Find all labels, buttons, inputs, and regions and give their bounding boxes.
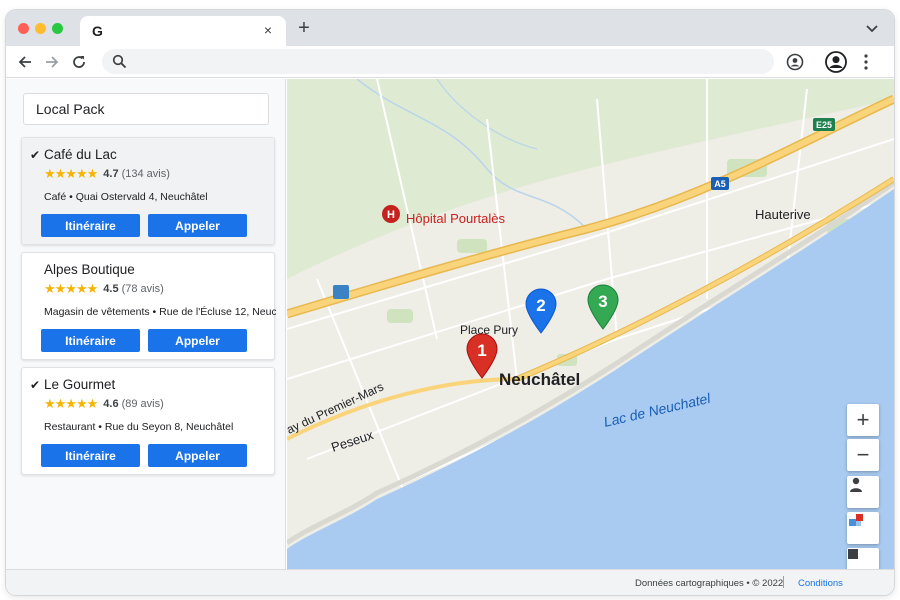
profile-incognito-icon[interactable] bbox=[783, 50, 807, 74]
more-menu-icon[interactable] bbox=[854, 50, 878, 74]
layers-icon[interactable] bbox=[847, 512, 879, 544]
place-pury-label: Place Pury bbox=[460, 323, 518, 337]
rating-row: ★★★★★ 4.6 (89 avis) bbox=[44, 396, 164, 411]
star-rating-icon: ★★★★★ bbox=[44, 166, 98, 181]
browser-toolbar bbox=[6, 46, 894, 78]
fullscreen-icon[interactable] bbox=[847, 548, 879, 569]
result-card-cafe-du-lac[interactable]: ✔ Café du Lac ★★★★★ 4.7 (134 avis) Café … bbox=[21, 137, 275, 245]
conditions-link[interactable]: Conditions bbox=[798, 578, 843, 589]
directions-button[interactable]: Itinéraire bbox=[41, 214, 140, 237]
tab-close-icon[interactable]: × bbox=[260, 22, 276, 38]
directions-button[interactable]: Itinéraire bbox=[41, 329, 140, 352]
zoom-in-button[interactable]: + bbox=[847, 404, 879, 436]
marker-label: 1 bbox=[477, 341, 486, 360]
review-count[interactable]: (134 avis) bbox=[122, 168, 170, 180]
tab-strip: G × + bbox=[6, 10, 894, 46]
rating-value: 4.5 bbox=[103, 283, 119, 295]
reload-icon[interactable] bbox=[68, 51, 90, 73]
rating-row: ★★★★★ 4.7 (134 avis) bbox=[44, 166, 170, 181]
star-rating-icon: ★★★★★ bbox=[44, 396, 98, 411]
hauterive-label: Hauterive bbox=[755, 207, 811, 222]
result-title[interactable]: Alpes Boutique bbox=[44, 262, 135, 277]
hospital-label[interactable]: Hôpital Pourtalès bbox=[406, 211, 505, 226]
result-card-alpes-boutique[interactable]: Alpes Boutique ★★★★★ 4.5 (78 avis) Magas… bbox=[21, 252, 276, 360]
rating-row: ★★★★★ 4.5 (78 avis) bbox=[44, 281, 164, 296]
call-button[interactable]: Appeler bbox=[148, 214, 247, 237]
result-title[interactable]: Le Gourmet bbox=[44, 377, 115, 392]
zoom-out-button[interactable]: − bbox=[847, 439, 879, 471]
transit-station-icon[interactable] bbox=[333, 285, 349, 299]
footer-divider bbox=[783, 576, 784, 588]
review-count[interactable]: (89 avis) bbox=[122, 398, 164, 410]
marker-label: 2 bbox=[536, 296, 545, 315]
tab-search-chevron-icon[interactable] bbox=[864, 20, 880, 36]
marker-label: 3 bbox=[598, 292, 607, 311]
street-view-pegman-icon[interactable] bbox=[847, 476, 879, 508]
local-pack-sidebar: Local Pack ✔ Café du Lac ★★★★★ 4.7 (134 … bbox=[6, 79, 286, 569]
result-category-address: Café • Quai Ostervald 4, Neuchâtel bbox=[44, 191, 208, 203]
active-tab[interactable]: G × bbox=[80, 16, 286, 46]
check-icon: ✔ bbox=[30, 148, 41, 162]
highway-a5-label: A5 bbox=[714, 179, 726, 189]
rating-value: 4.7 bbox=[103, 168, 119, 180]
result-category-address: Restaurant • Rue du Seyon 8, Neuchâtel bbox=[44, 421, 234, 433]
google-favicon-icon: G bbox=[92, 23, 103, 39]
result-title[interactable]: Café du Lac bbox=[44, 147, 117, 162]
minimize-window-button[interactable] bbox=[35, 23, 46, 34]
city-label: Neuchâtel bbox=[499, 370, 580, 389]
check-icon: ✔ bbox=[30, 378, 41, 392]
local-pack-title: Local Pack bbox=[23, 93, 269, 125]
address-bar[interactable] bbox=[102, 49, 774, 74]
rating-value: 4.6 bbox=[103, 398, 119, 410]
park-area bbox=[457, 239, 487, 253]
star-rating-icon: ★★★★★ bbox=[44, 281, 98, 296]
forward-arrow-icon[interactable] bbox=[41, 51, 63, 73]
browser-window: G × + Local Pack ✔ Café du Lac ★★★★★ 4.7… bbox=[6, 10, 894, 595]
review-count[interactable]: (78 avis) bbox=[122, 283, 164, 295]
call-button[interactable]: Appeler bbox=[148, 444, 247, 467]
close-window-button[interactable] bbox=[18, 23, 29, 34]
maximize-window-button[interactable] bbox=[52, 23, 63, 34]
result-card-le-gourmet[interactable]: ✔ Le Gourmet ★★★★★ 4.6 (89 avis) Restaur… bbox=[21, 367, 275, 475]
result-category-address: Magasin de vêtements • Rue de l'Écluse 1… bbox=[44, 306, 276, 318]
search-icon bbox=[112, 54, 127, 69]
back-arrow-icon[interactable] bbox=[14, 51, 36, 73]
new-tab-button[interactable]: + bbox=[294, 18, 314, 38]
account-avatar-icon[interactable] bbox=[824, 50, 848, 74]
park-area bbox=[387, 309, 413, 323]
map-copyright: Données cartographiques • © 2022 bbox=[635, 578, 784, 589]
map-footer: Données cartographiques • © 2022 Conditi… bbox=[6, 569, 894, 595]
highway-e25-label: E25 bbox=[816, 120, 832, 130]
call-button[interactable]: Appeler bbox=[148, 329, 247, 352]
map-canvas[interactable]: E25 A5 H Hôpital Pourtalès Hauterive Pla… bbox=[287, 79, 894, 569]
directions-button[interactable]: Itinéraire bbox=[41, 444, 140, 467]
hospital-letter: H bbox=[387, 209, 395, 221]
map-view[interactable]: E25 A5 H Hôpital Pourtalès Hauterive Pla… bbox=[287, 79, 894, 569]
